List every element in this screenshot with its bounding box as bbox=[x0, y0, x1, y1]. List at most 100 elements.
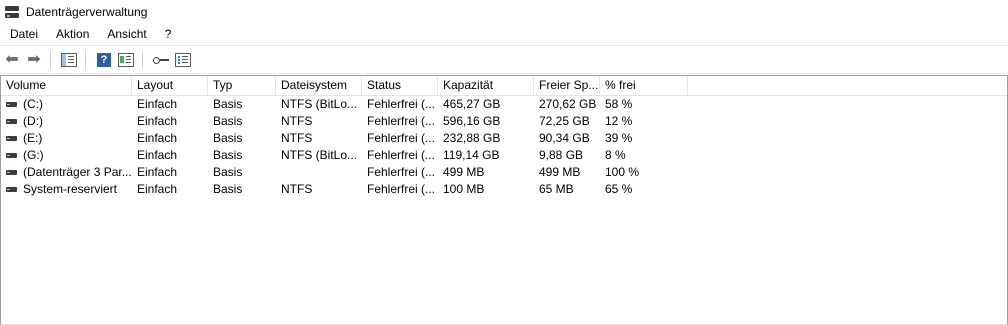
toolbar-separator bbox=[142, 50, 143, 69]
disk-management-icon bbox=[4, 5, 20, 19]
type-cell: Basis bbox=[213, 114, 243, 128]
window-title: Datenträgerverwaltung bbox=[26, 5, 148, 19]
console-tree-button[interactable] bbox=[59, 50, 79, 70]
percent-free-cell: 65 % bbox=[605, 182, 633, 196]
volume-cell: (D:) bbox=[1, 113, 132, 130]
status-cell: Fehlerfrei (... bbox=[367, 131, 436, 145]
key-icon bbox=[153, 55, 169, 65]
volume-name: (C:) bbox=[23, 97, 43, 111]
volume-cell: (E:) bbox=[1, 130, 132, 147]
table-row[interactable]: (E:) Einfach Basis NTFS Fehlerfrei (... … bbox=[1, 130, 1007, 147]
volume-list[interactable]: Volume Layout Typ Dateisystem Status Kap… bbox=[0, 75, 1008, 325]
forward-arrow-icon: ➡ bbox=[27, 50, 41, 68]
status-cell: Fehlerfrei (... bbox=[367, 97, 436, 111]
table-row[interactable]: (D:) Einfach Basis NTFS Fehlerfrei (... … bbox=[1, 113, 1007, 130]
layout-cell: Einfach bbox=[137, 131, 178, 145]
column-header-volume[interactable]: Volume bbox=[1, 76, 132, 95]
volume-cell: System-reserviert bbox=[1, 181, 132, 198]
drive-icon bbox=[6, 102, 17, 107]
properties-icon bbox=[118, 52, 134, 67]
title-bar: Datenträgerverwaltung bbox=[0, 0, 1008, 24]
status-cell: Fehlerfrei (... bbox=[367, 182, 436, 196]
table-header: Volume Layout Typ Dateisystem Status Kap… bbox=[1, 76, 1007, 96]
menu-aktion[interactable]: Aktion bbox=[48, 24, 97, 44]
status-cell: Fehlerfrei (... bbox=[367, 114, 436, 128]
percent-free-cell: 58 % bbox=[605, 97, 633, 111]
menu-ansicht[interactable]: Ansicht bbox=[99, 24, 154, 44]
toolbar-separator bbox=[50, 50, 51, 69]
console-tree-icon bbox=[61, 52, 77, 67]
layout-cell: Einfach bbox=[137, 97, 178, 111]
filesystem-cell: NTFS (BitLo... bbox=[281, 97, 358, 111]
capacity-cell: 232,88 GB bbox=[443, 131, 501, 145]
toolbar: ⬅ ➡ ? bbox=[0, 45, 1008, 74]
table-row[interactable]: (Datenträger 3 Par... Einfach Basis Fehl… bbox=[1, 164, 1007, 181]
percent-free-cell: 12 % bbox=[605, 114, 633, 128]
toolbar-separator bbox=[85, 50, 86, 69]
capacity-cell: 465,27 GB bbox=[443, 97, 501, 111]
filesystem-cell bbox=[276, 164, 362, 181]
layout-cell: Einfach bbox=[137, 165, 178, 179]
column-header-freier-speicher[interactable]: Freier Sp... bbox=[534, 76, 600, 95]
free-space-cell: 9,88 GB bbox=[539, 148, 584, 162]
key-button[interactable] bbox=[151, 50, 171, 70]
capacity-cell: 100 MB bbox=[443, 182, 485, 196]
column-header-dateisystem[interactable]: Dateisystem bbox=[276, 76, 362, 95]
layout-cell: Einfach bbox=[137, 182, 178, 196]
table-row[interactable]: System-reserviert Einfach Basis NTFS Feh… bbox=[1, 181, 1007, 198]
volume-name: System-reserviert bbox=[23, 182, 118, 196]
column-header-kapazitaet[interactable]: Kapazität bbox=[438, 76, 534, 95]
volume-name: (D:) bbox=[23, 114, 43, 128]
menu-bar: Datei Aktion Ansicht ? bbox=[0, 24, 1008, 44]
layout-cell: Einfach bbox=[137, 148, 178, 162]
list-view-icon bbox=[175, 52, 191, 67]
column-header-prozent-frei[interactable]: % frei bbox=[600, 76, 688, 95]
filesystem-cell: NTFS (BitLo... bbox=[281, 148, 358, 162]
status-cell: Fehlerfrei (... bbox=[367, 148, 436, 162]
volume-cell: (Datenträger 3 Par... bbox=[1, 164, 132, 181]
free-space-cell: 72,25 GB bbox=[539, 114, 590, 128]
drive-icon bbox=[6, 187, 17, 192]
menu-help[interactable]: ? bbox=[157, 24, 180, 44]
back-button[interactable]: ⬅ bbox=[2, 50, 22, 70]
free-space-cell: 270,62 GB bbox=[539, 97, 597, 111]
list-view-button[interactable] bbox=[173, 50, 193, 70]
column-header-status[interactable]: Status bbox=[362, 76, 438, 95]
drive-icon bbox=[6, 170, 17, 175]
capacity-cell: 499 MB bbox=[443, 165, 485, 179]
volume-name: (Datenträger 3 Par... bbox=[23, 165, 132, 179]
percent-free-cell: 39 % bbox=[605, 131, 633, 145]
status-cell: Fehlerfrei (... bbox=[367, 165, 436, 179]
layout-cell: Einfach bbox=[137, 114, 178, 128]
capacity-cell: 119,14 GB bbox=[443, 148, 500, 162]
free-space-cell: 65 MB bbox=[539, 182, 574, 196]
drive-icon bbox=[6, 153, 17, 158]
percent-free-cell: 100 % bbox=[605, 165, 640, 179]
drive-icon bbox=[6, 119, 17, 124]
type-cell: Basis bbox=[213, 165, 243, 179]
column-header-typ[interactable]: Typ bbox=[208, 76, 276, 95]
volume-name: (G:) bbox=[23, 148, 44, 162]
type-cell: Basis bbox=[213, 97, 243, 111]
filesystem-cell: NTFS bbox=[281, 114, 313, 128]
table-row[interactable]: (G:) Einfach Basis NTFS (BitLo... Fehler… bbox=[1, 147, 1007, 164]
free-space-cell: 90,34 GB bbox=[539, 131, 590, 145]
help-button[interactable]: ? bbox=[94, 50, 114, 70]
type-cell: Basis bbox=[213, 148, 243, 162]
filesystem-cell: NTFS bbox=[281, 131, 313, 145]
drive-icon bbox=[6, 136, 17, 141]
volume-cell: (G:) bbox=[1, 147, 132, 164]
volume-name: (E:) bbox=[23, 131, 43, 145]
help-icon: ? bbox=[97, 52, 111, 67]
capacity-cell: 596,16 GB bbox=[443, 114, 501, 128]
column-header-layout[interactable]: Layout bbox=[132, 76, 208, 95]
filesystem-cell: NTFS bbox=[281, 182, 313, 196]
type-cell: Basis bbox=[213, 182, 243, 196]
type-cell: Basis bbox=[213, 131, 243, 145]
properties-button[interactable] bbox=[116, 50, 136, 70]
table-row[interactable]: (C:) Einfach Basis NTFS (BitLo... Fehler… bbox=[1, 96, 1007, 113]
forward-button[interactable]: ➡ bbox=[24, 50, 44, 70]
percent-free-cell: 8 % bbox=[605, 148, 626, 162]
menu-datei[interactable]: Datei bbox=[2, 24, 46, 44]
free-space-cell: 499 MB bbox=[539, 165, 581, 179]
